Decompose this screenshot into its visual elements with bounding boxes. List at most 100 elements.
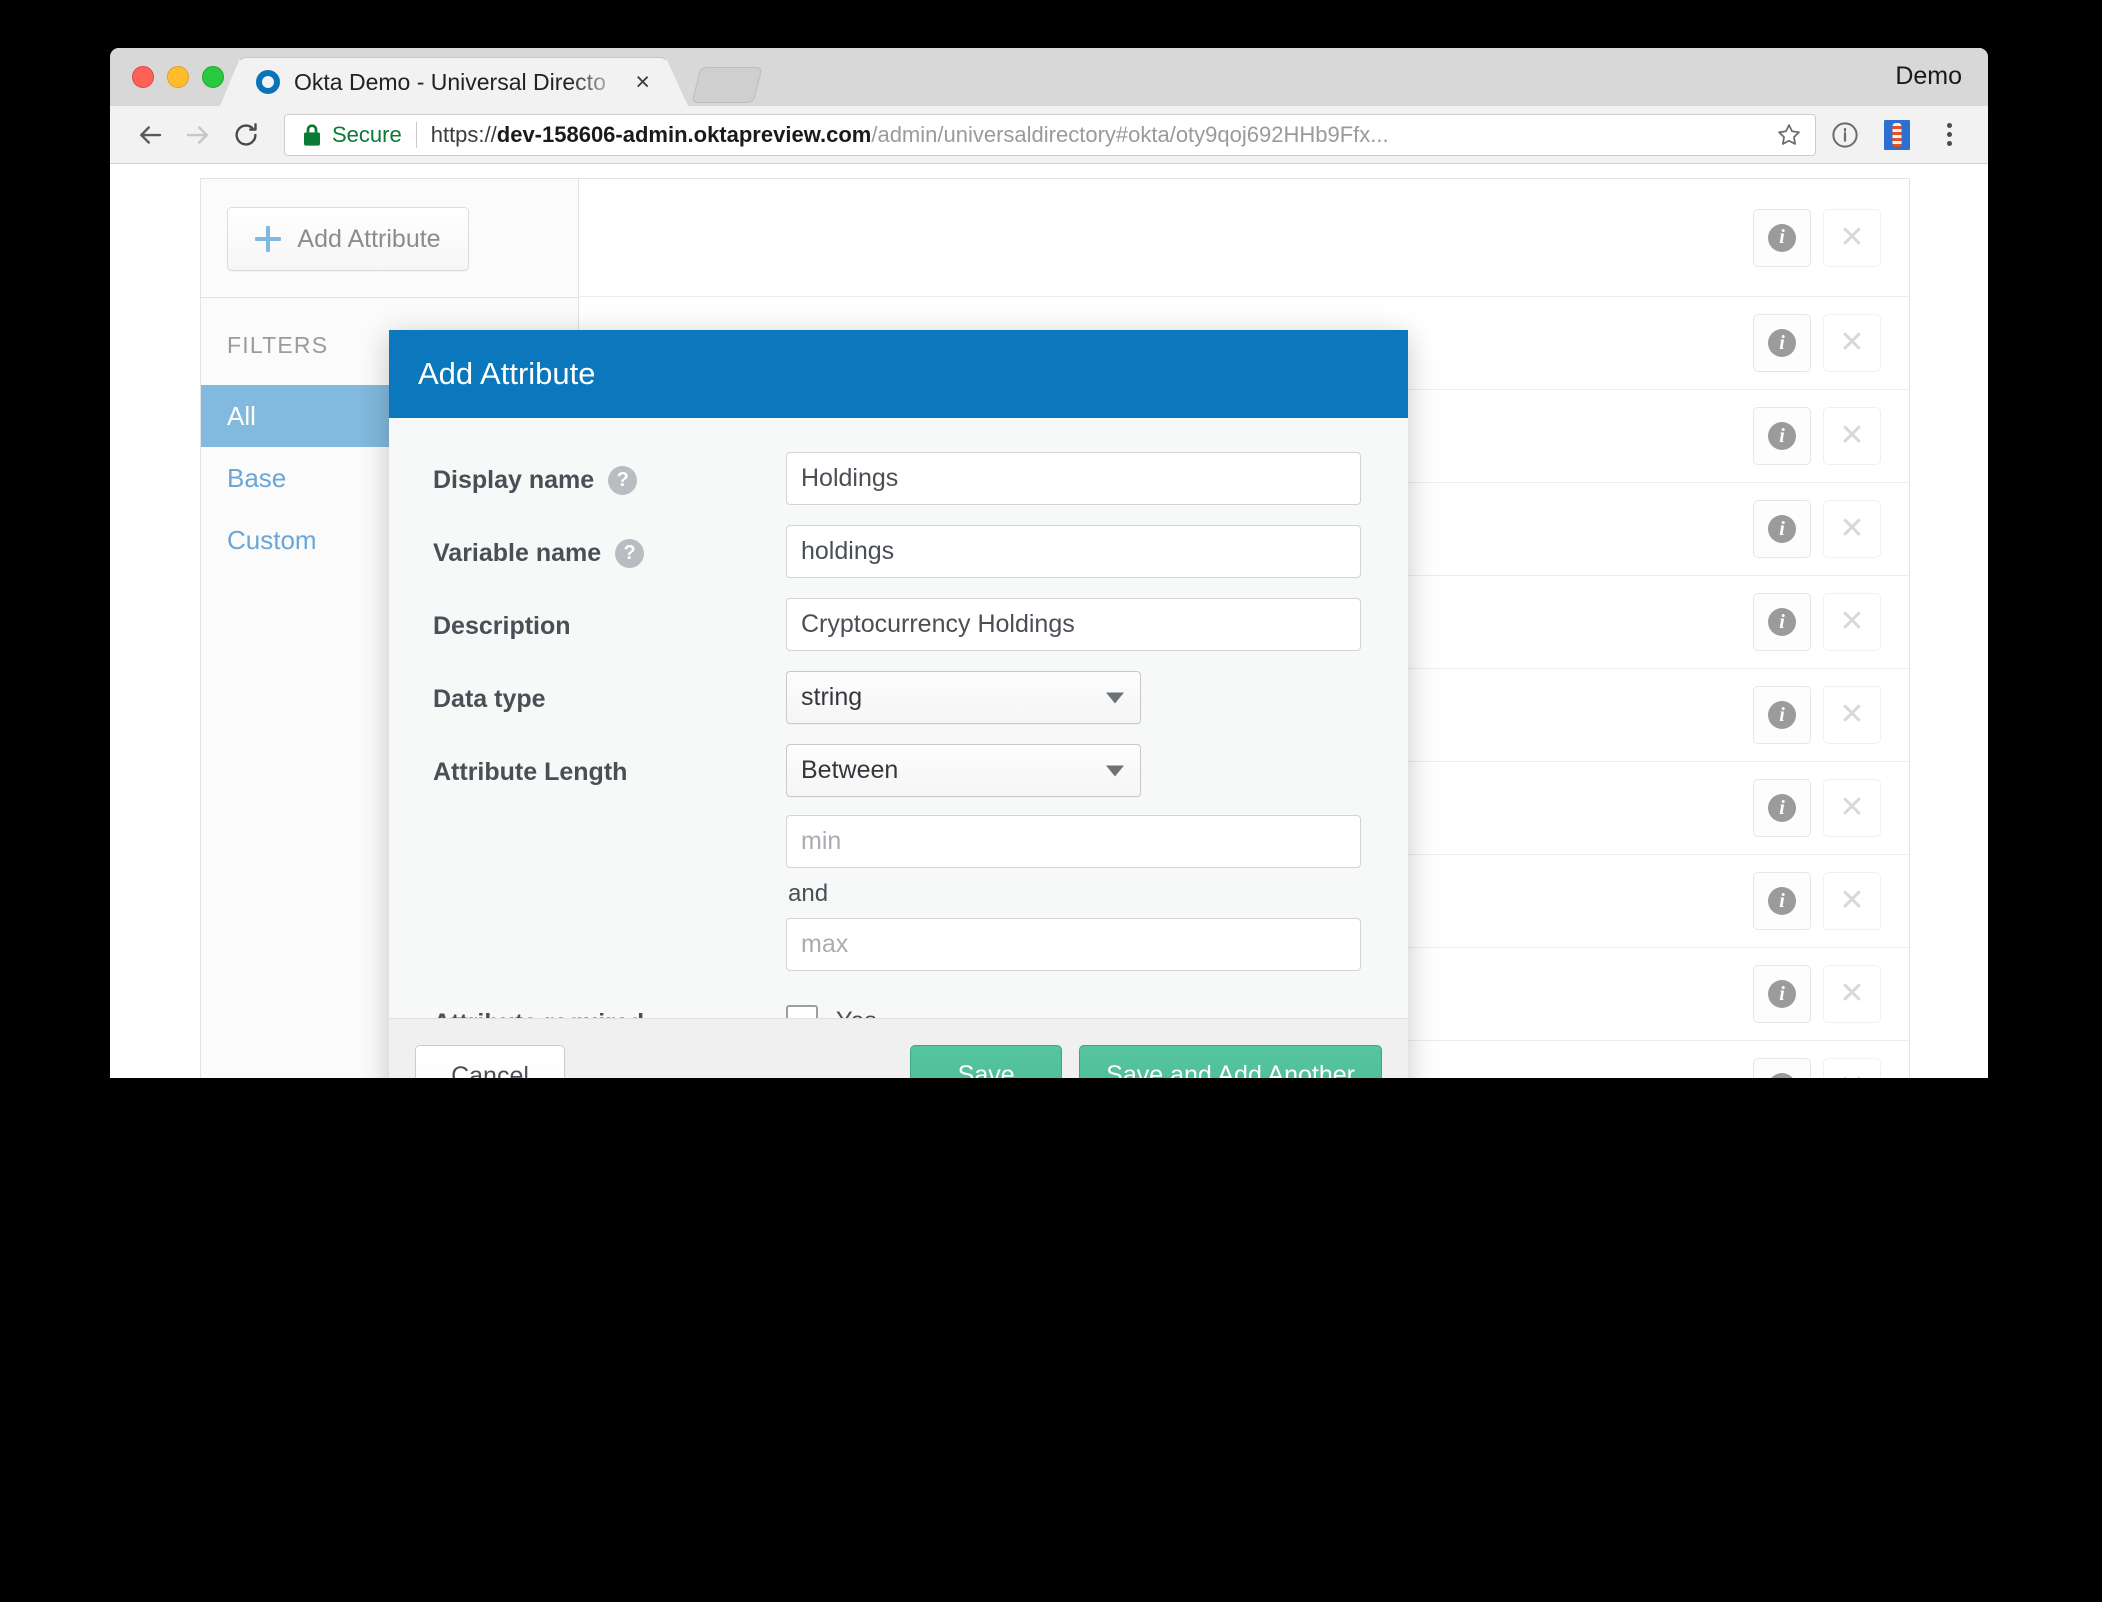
- close-icon: ✕: [1839, 514, 1864, 544]
- close-icon: ✕: [1839, 886, 1864, 916]
- browser-tab-strip: Okta Demo - Universal Directo × Demo: [110, 48, 1988, 106]
- close-icon: ✕: [1839, 421, 1864, 451]
- variable-name-input[interactable]: [786, 525, 1361, 578]
- display-name-label-group: Display name ?: [433, 452, 786, 495]
- row-actions: i ✕: [1753, 593, 1881, 651]
- attribute-required-control: Yes: [786, 995, 1371, 1018]
- minimize-window-button[interactable]: [167, 66, 189, 88]
- close-icon: ✕: [1839, 607, 1864, 637]
- info-icon: i: [1768, 887, 1796, 915]
- omnibox-divider: [416, 122, 417, 148]
- remove-icon-button[interactable]: ✕: [1823, 209, 1881, 267]
- row-actions: i ✕: [1753, 686, 1881, 744]
- save-and-add-another-button[interactable]: Save and Add Another: [1079, 1045, 1382, 1078]
- attribute-required-checkbox-row: Yes: [786, 995, 1371, 1018]
- data-type-control: string: [786, 671, 1371, 724]
- remove-icon-button[interactable]: ✕: [1823, 407, 1881, 465]
- info-icon: i: [1768, 608, 1796, 636]
- back-arrow-icon[interactable]: [126, 111, 174, 159]
- remove-icon-button[interactable]: ✕: [1823, 779, 1881, 837]
- info-icon-button[interactable]: i: [1753, 965, 1811, 1023]
- info-circle-icon[interactable]: [1822, 112, 1868, 158]
- info-icon-button[interactable]: i: [1753, 686, 1811, 744]
- description-label-group: Description: [433, 598, 786, 641]
- field-description: Description: [433, 598, 1371, 651]
- info-icon: i: [1768, 1073, 1796, 1078]
- three-dot-menu-icon[interactable]: [1926, 112, 1972, 158]
- lighthouse-extension-icon[interactable]: [1874, 112, 1920, 158]
- reload-icon[interactable]: [222, 111, 270, 159]
- forward-arrow-icon[interactable]: [174, 111, 222, 159]
- row-actions: i ✕: [1753, 872, 1881, 930]
- remove-icon-button[interactable]: ✕: [1823, 500, 1881, 558]
- data-type-select[interactable]: string: [786, 671, 1141, 724]
- info-icon-button[interactable]: i: [1753, 500, 1811, 558]
- browser-tab-title: Okta Demo - Universal Directo: [294, 69, 629, 96]
- chevron-down-icon: [1106, 692, 1124, 703]
- field-attribute-required: Attribute required Yes: [433, 995, 1371, 1018]
- field-display-name: Display name ?: [433, 452, 1371, 505]
- window-traffic-lights: [132, 66, 224, 88]
- secure-label: Secure: [332, 122, 402, 148]
- remove-icon-button[interactable]: ✕: [1823, 686, 1881, 744]
- info-icon-button[interactable]: i: [1753, 779, 1811, 837]
- and-label: and: [788, 880, 1371, 908]
- remove-icon-button[interactable]: ✕: [1823, 1058, 1881, 1078]
- info-icon: i: [1768, 701, 1796, 729]
- description-control: [786, 598, 1371, 651]
- data-type-selected-value: string: [801, 683, 862, 712]
- info-icon: i: [1768, 224, 1796, 252]
- remove-icon-button[interactable]: ✕: [1823, 593, 1881, 651]
- dialog-title: Add Attribute: [418, 356, 596, 392]
- field-attribute-length: Attribute Length Between and: [433, 744, 1371, 971]
- cancel-button[interactable]: Cancel: [415, 1045, 565, 1078]
- help-icon[interactable]: ?: [608, 466, 637, 495]
- close-icon: ✕: [1839, 1072, 1864, 1078]
- help-icon[interactable]: ?: [615, 539, 644, 568]
- add-attribute-button[interactable]: Add Attribute: [227, 207, 469, 271]
- remove-icon-button[interactable]: ✕: [1823, 965, 1881, 1023]
- info-icon-button[interactable]: i: [1753, 872, 1811, 930]
- save-button[interactable]: Save: [910, 1045, 1062, 1078]
- close-icon[interactable]: ×: [629, 68, 656, 97]
- browser-profile-label[interactable]: Demo: [1895, 62, 1962, 91]
- data-type-label: Data type: [433, 685, 546, 714]
- url-host: dev-158606-admin.oktapreview.com: [497, 122, 872, 147]
- min-length-input[interactable]: [786, 815, 1361, 868]
- info-icon-button[interactable]: i: [1753, 407, 1811, 465]
- info-icon: i: [1768, 422, 1796, 450]
- info-icon-button[interactable]: i: [1753, 593, 1811, 651]
- attribute-required-checkbox[interactable]: [786, 1005, 818, 1018]
- row-actions: i ✕: [1753, 314, 1881, 372]
- lock-icon: [301, 123, 323, 147]
- new-tab-button[interactable]: [692, 67, 763, 103]
- star-icon[interactable]: [1775, 121, 1803, 149]
- close-icon: ✕: [1839, 793, 1864, 823]
- remove-icon-button[interactable]: ✕: [1823, 872, 1881, 930]
- close-icon: ✕: [1839, 328, 1864, 358]
- dialog-body: Display name ? Variable name ?: [389, 418, 1408, 1018]
- field-variable-name: Variable name ?: [433, 525, 1371, 578]
- table-row[interactable]: i ✕: [579, 179, 1909, 297]
- address-bar[interactable]: Secure https://dev-158606-admin.oktaprev…: [284, 114, 1816, 156]
- okta-logo-icon: [256, 70, 280, 94]
- display-name-input[interactable]: [786, 452, 1361, 505]
- description-input[interactable]: [786, 598, 1361, 651]
- close-window-button[interactable]: [132, 66, 154, 88]
- info-icon-button[interactable]: i: [1753, 1058, 1811, 1078]
- attribute-required-label: Attribute required: [433, 1009, 644, 1018]
- browser-tab[interactable]: Okta Demo - Universal Directo ×: [238, 58, 668, 106]
- max-length-input[interactable]: [786, 918, 1361, 971]
- attribute-length-select[interactable]: Between: [786, 744, 1141, 797]
- remove-icon-button[interactable]: ✕: [1823, 314, 1881, 372]
- info-icon-button[interactable]: i: [1753, 209, 1811, 267]
- page-content: Add Attribute FILTERS All Base Custom: [110, 164, 1988, 1078]
- display-name-label: Display name: [433, 466, 594, 495]
- attribute-length-selected-value: Between: [801, 756, 898, 785]
- info-icon-button[interactable]: i: [1753, 314, 1811, 372]
- dialog-footer: Cancel Save Save and Add Another: [389, 1018, 1408, 1078]
- field-data-type: Data type string: [433, 671, 1371, 724]
- browser-toolbar: Secure https://dev-158606-admin.oktaprev…: [110, 106, 1988, 164]
- row-actions: i ✕: [1753, 500, 1881, 558]
- variable-name-label-group: Variable name ?: [433, 525, 786, 568]
